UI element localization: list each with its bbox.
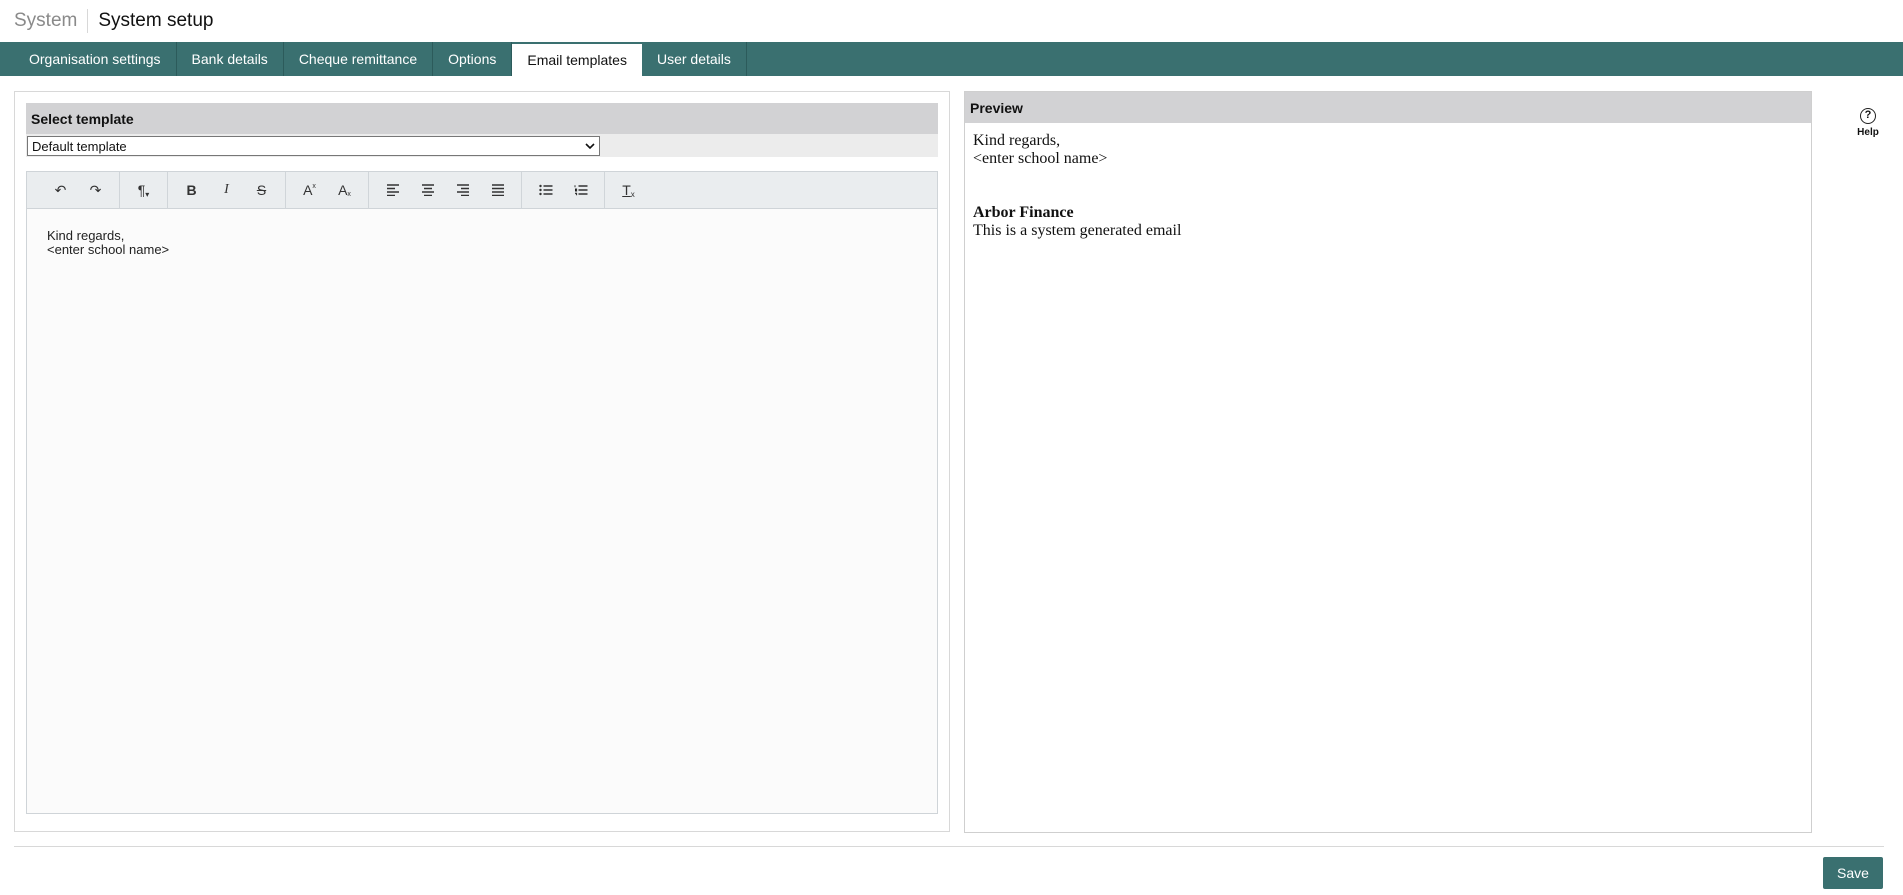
- template-select-value: Default template: [32, 138, 127, 154]
- tab-options[interactable]: Options: [433, 42, 513, 76]
- clear-group: Tx: [605, 172, 652, 209]
- alignment-group: [369, 171, 522, 209]
- subscript-glyph: A: [338, 182, 348, 198]
- align-left-icon[interactable]: [375, 176, 410, 204]
- subscript-mark: x: [347, 190, 351, 198]
- rich-text-editor: ↶ ↷ ¶ ▾ B I S Ax Ax T x Kind regards, <e…: [26, 171, 938, 814]
- italic-icon[interactable]: I: [209, 176, 244, 204]
- bold-icon[interactable]: B: [174, 176, 209, 204]
- tab-cheque-remittance[interactable]: Cheque remittance: [284, 42, 434, 76]
- text-style-group: B I S: [168, 171, 286, 209]
- redo-icon[interactable]: ↷: [78, 176, 113, 204]
- align-justify-icon[interactable]: [480, 176, 515, 204]
- clear-formatting-icon[interactable]: Tx: [611, 176, 646, 204]
- tab-organisation-settings[interactable]: Organisation settings: [14, 42, 177, 76]
- page-title: System setup: [98, 10, 214, 31]
- clear-format-glyph: T: [622, 182, 631, 198]
- superscript-icon[interactable]: Ax: [292, 176, 327, 204]
- help-icon: ?: [1860, 108, 1876, 124]
- preview-line: Kind regards,: [973, 132, 1061, 149]
- format-group: ¶ ▾: [120, 171, 168, 209]
- list-group: [522, 171, 605, 209]
- superscript-mark: x: [312, 182, 316, 190]
- numbered-list-icon[interactable]: [563, 176, 598, 204]
- preview-spacer: [973, 168, 1803, 204]
- preview-footer: This is a system generated email: [973, 222, 1182, 239]
- template-select[interactable]: Default template: [27, 136, 600, 156]
- breadcrumb-system[interactable]: System: [14, 9, 89, 33]
- preview-line: <enter school name>: [973, 150, 1108, 167]
- help-label: Help: [1857, 127, 1879, 138]
- help-button[interactable]: ? Help: [1846, 108, 1890, 138]
- template-editor-panel: Select template Default template ↶ ↷ ¶ ▾ …: [14, 91, 950, 832]
- select-template-section: Select template Default template: [26, 103, 938, 157]
- bullet-list-icon[interactable]: [528, 176, 563, 204]
- footer-divider: [14, 846, 1884, 847]
- page-header: System System setup: [0, 0, 1903, 42]
- editor-line: <enter school name>: [47, 242, 170, 257]
- tab-bank-details[interactable]: Bank details: [177, 42, 284, 76]
- chevron-down-icon: [585, 138, 595, 157]
- superscript-glyph: A: [303, 182, 313, 198]
- editor-content[interactable]: Kind regards, <enter school name>: [27, 209, 937, 277]
- save-button[interactable]: Save: [1823, 857, 1883, 889]
- paragraph-icon: ¶: [137, 182, 146, 198]
- editor-toolbar: ↶ ↷ ¶ ▾ B I S Ax Ax T x: [27, 171, 937, 209]
- clear-format-x: x: [630, 189, 635, 199]
- tab-email-templates[interactable]: Email templates: [512, 44, 642, 76]
- subscript-icon[interactable]: Ax: [327, 176, 362, 204]
- preview-content: Kind regards, <enter school name> Arbor …: [965, 123, 1811, 249]
- caret-down-icon: ▾: [145, 189, 150, 199]
- history-group: ↶ ↷: [37, 171, 120, 209]
- strikethrough-icon[interactable]: S: [244, 176, 279, 204]
- align-right-icon[interactable]: [445, 176, 480, 204]
- editor-line: Kind regards,: [47, 228, 125, 243]
- preview-panel: Preview Kind regards, <enter school name…: [964, 91, 1812, 833]
- align-center-icon[interactable]: [410, 176, 445, 204]
- preview-heading: Preview: [965, 92, 1811, 123]
- tab-user-details[interactable]: User details: [642, 42, 747, 76]
- paragraph-format-icon[interactable]: ¶ ▾: [126, 176, 161, 204]
- select-template-heading: Select template: [26, 103, 938, 134]
- settings-tabbar: Organisation settings Bank details Chequ…: [0, 42, 1903, 76]
- script-group: Ax Ax: [286, 171, 369, 209]
- preview-brand: Arbor Finance: [973, 204, 1074, 221]
- undo-icon[interactable]: ↶: [43, 176, 78, 204]
